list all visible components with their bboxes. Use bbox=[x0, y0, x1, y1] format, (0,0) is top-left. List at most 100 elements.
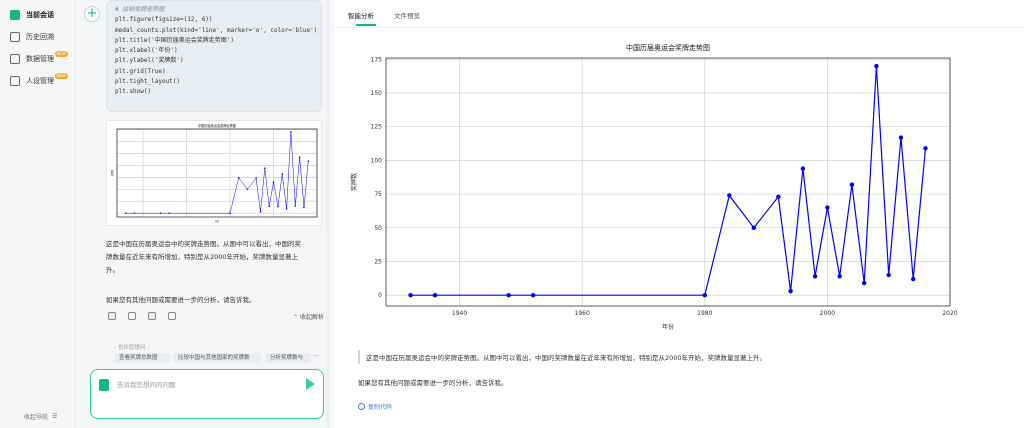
x-tick-label: 1980 bbox=[697, 310, 712, 317]
chat-input[interactable]: 告诉我您想问的问题 bbox=[117, 379, 176, 389]
tab-bar: 智能分析 文件预览 bbox=[334, 0, 1024, 28]
y-tick-label: 25 bbox=[374, 259, 382, 266]
data-point bbox=[303, 206, 305, 209]
suggestion-chip[interactable]: 分析奖牌数与 bbox=[265, 353, 311, 363]
data-point bbox=[290, 131, 292, 133]
message-line: 升。 bbox=[106, 266, 119, 274]
persona-icon bbox=[10, 76, 20, 86]
new-badge: NEW bbox=[54, 73, 68, 79]
series-line bbox=[410, 66, 927, 296]
y-tick-label: 125 bbox=[371, 124, 383, 131]
share-icon[interactable] bbox=[168, 312, 176, 320]
analysis-summary: 这是中国在历届奥运会中的奖牌走势图。从图中可以看出，中国的奖牌数量在近年来有所增… bbox=[366, 354, 767, 362]
nav-item-persona-management[interactable]: 人设管理 NEW bbox=[10, 73, 68, 88]
data-point bbox=[727, 193, 732, 198]
y-tick-label: 175 bbox=[371, 56, 383, 63]
data-point bbox=[277, 205, 279, 208]
code-line: plt.title('中国历届奥运会奖牌走势图') bbox=[115, 36, 234, 44]
data-point bbox=[506, 293, 511, 298]
medal-trend-chart: 中国历届奥运会奖牌走势图 1940 1960 1980 2000 2020 0 25 50 75 1… bbox=[344, 38, 962, 334]
data-point bbox=[837, 274, 842, 279]
data-point bbox=[530, 293, 536, 298]
y-axis-label: 奖牌数 bbox=[350, 173, 358, 191]
data-point bbox=[911, 276, 916, 282]
x-axis-label: 年份 bbox=[215, 219, 220, 223]
code-line: plt.ylabel('奖牌数') bbox=[115, 57, 184, 65]
chevron-up-icon: ⌃ bbox=[293, 314, 299, 321]
message-line: 这是中国在历届奥运会中的奖牌走势图。从图中可以看出，中国的奖 bbox=[106, 240, 301, 248]
quote-bar bbox=[358, 350, 360, 364]
message-actions: ⌃ 收起解析 bbox=[106, 312, 324, 322]
code-line: plt.figure(figsize=(12, 6)) bbox=[115, 16, 213, 24]
scrollbar[interactable] bbox=[326, 0, 330, 428]
data-point bbox=[886, 272, 891, 278]
database-icon bbox=[10, 54, 20, 64]
chart-thumbnail[interactable]: 中国历届奥运会奖牌走势图 年份 奖牌数 bbox=[106, 120, 322, 226]
x-tick-label: 2020 bbox=[942, 310, 957, 317]
data-point bbox=[133, 212, 136, 214]
message-line: 牌数量在近年来有所增加，特别是从2000年开始，奖牌数量显著上 bbox=[106, 253, 299, 261]
note-icon bbox=[99, 379, 109, 391]
collapse-nav-label: 收起导航 bbox=[24, 414, 49, 421]
thumbs-up-icon[interactable] bbox=[108, 312, 116, 320]
data-point bbox=[923, 146, 928, 151]
plus-icon: + bbox=[86, 6, 98, 21]
data-point bbox=[255, 177, 257, 180]
chat-icon bbox=[10, 10, 20, 20]
collapse-nav-button[interactable]: 收起导航 ☰ bbox=[24, 412, 57, 421]
code-line: plt.grid(True) bbox=[115, 67, 166, 75]
data-point bbox=[285, 208, 288, 210]
copy-code-button[interactable]: 复制代码 bbox=[358, 402, 392, 411]
data-point bbox=[229, 212, 231, 214]
data-point bbox=[776, 194, 781, 200]
data-point bbox=[874, 63, 879, 69]
data-point bbox=[825, 205, 830, 210]
collapse-icon: ☰ bbox=[52, 413, 58, 420]
collapse-analysis-button[interactable]: ⌃ 收起解析 bbox=[293, 312, 324, 321]
data-point bbox=[294, 205, 297, 207]
y-tick-label: 0 bbox=[378, 292, 382, 299]
nav-item-data-management[interactable]: 数据管理 NEW bbox=[10, 51, 68, 66]
y-tick-label: 100 bbox=[371, 157, 383, 164]
y-axis-label: 奖牌数 bbox=[110, 169, 114, 176]
x-tick-label: 1940 bbox=[452, 310, 467, 317]
chart-title: 中国历届奥运会奖牌走势图 bbox=[198, 123, 236, 128]
more-suggestions-button[interactable]: ··· bbox=[313, 352, 320, 360]
send-icon[interactable] bbox=[306, 378, 315, 390]
suggestion-chip[interactable]: 查看奖牌总数图 bbox=[114, 353, 170, 363]
history-icon bbox=[10, 32, 20, 42]
nav-item-label: 人设管理 NEW bbox=[26, 73, 68, 85]
code-line: # 绘制奖牌走势图 bbox=[115, 6, 165, 13]
data-point bbox=[168, 212, 170, 214]
suggestion-label: - 也许您想问 - bbox=[114, 345, 149, 351]
data-point bbox=[861, 280, 867, 286]
suggestion-chip[interactable]: 比较中国与其他国家的奖牌数 bbox=[173, 353, 261, 363]
new-chat-button[interactable]: + bbox=[84, 6, 100, 22]
tab-file-preview[interactable]: 文件预览 bbox=[394, 10, 420, 20]
data-point bbox=[124, 212, 127, 214]
data-point bbox=[812, 274, 818, 279]
assistant-followup: 如果您有其他问题或需要进一步的分析，请告诉我。 bbox=[106, 296, 256, 304]
assistant-message: 这是中国在历届奥运会中的奖牌走势图。从图中可以看出，中国的奖 牌数量在近年来有所… bbox=[106, 238, 324, 277]
nav-item-current-session[interactable]: 当前会话 bbox=[10, 8, 54, 22]
thumbs-down-icon[interactable] bbox=[128, 312, 136, 320]
copy-code-label: 复制代码 bbox=[368, 404, 393, 411]
code-block: # 绘制奖牌走势图 plt.figure(figsize=(12, 6)) meda… bbox=[106, 0, 322, 112]
data-point bbox=[702, 293, 707, 298]
data-point bbox=[408, 293, 413, 298]
collapse-analysis-label: 收起解析 bbox=[299, 314, 324, 321]
nav-item-label: 历史回溯 bbox=[26, 33, 54, 41]
new-badge: NEW bbox=[54, 51, 68, 57]
data-point bbox=[159, 212, 162, 214]
comment-icon[interactable] bbox=[148, 312, 156, 320]
x-axis-label: 年份 bbox=[662, 323, 674, 331]
data-point bbox=[281, 173, 284, 175]
active-tab-indicator bbox=[356, 24, 376, 26]
analysis-followup: 如果您有其他问题或需要进一步的分析，请告诉我。 bbox=[358, 379, 508, 387]
nav-item-history[interactable]: 历史回溯 bbox=[10, 30, 54, 44]
nav-item-label: 数据管理 NEW bbox=[26, 51, 68, 63]
chart-svg: 中国历届奥运会奖牌走势图 1940 1960 1980 2000 2020 0 25 50 75 1… bbox=[350, 43, 958, 331]
chat-input-box[interactable]: 告诉我您想问的问题 bbox=[90, 369, 324, 419]
tab-smart-analysis[interactable]: 智能分析 bbox=[348, 10, 374, 20]
data-point bbox=[432, 293, 438, 298]
